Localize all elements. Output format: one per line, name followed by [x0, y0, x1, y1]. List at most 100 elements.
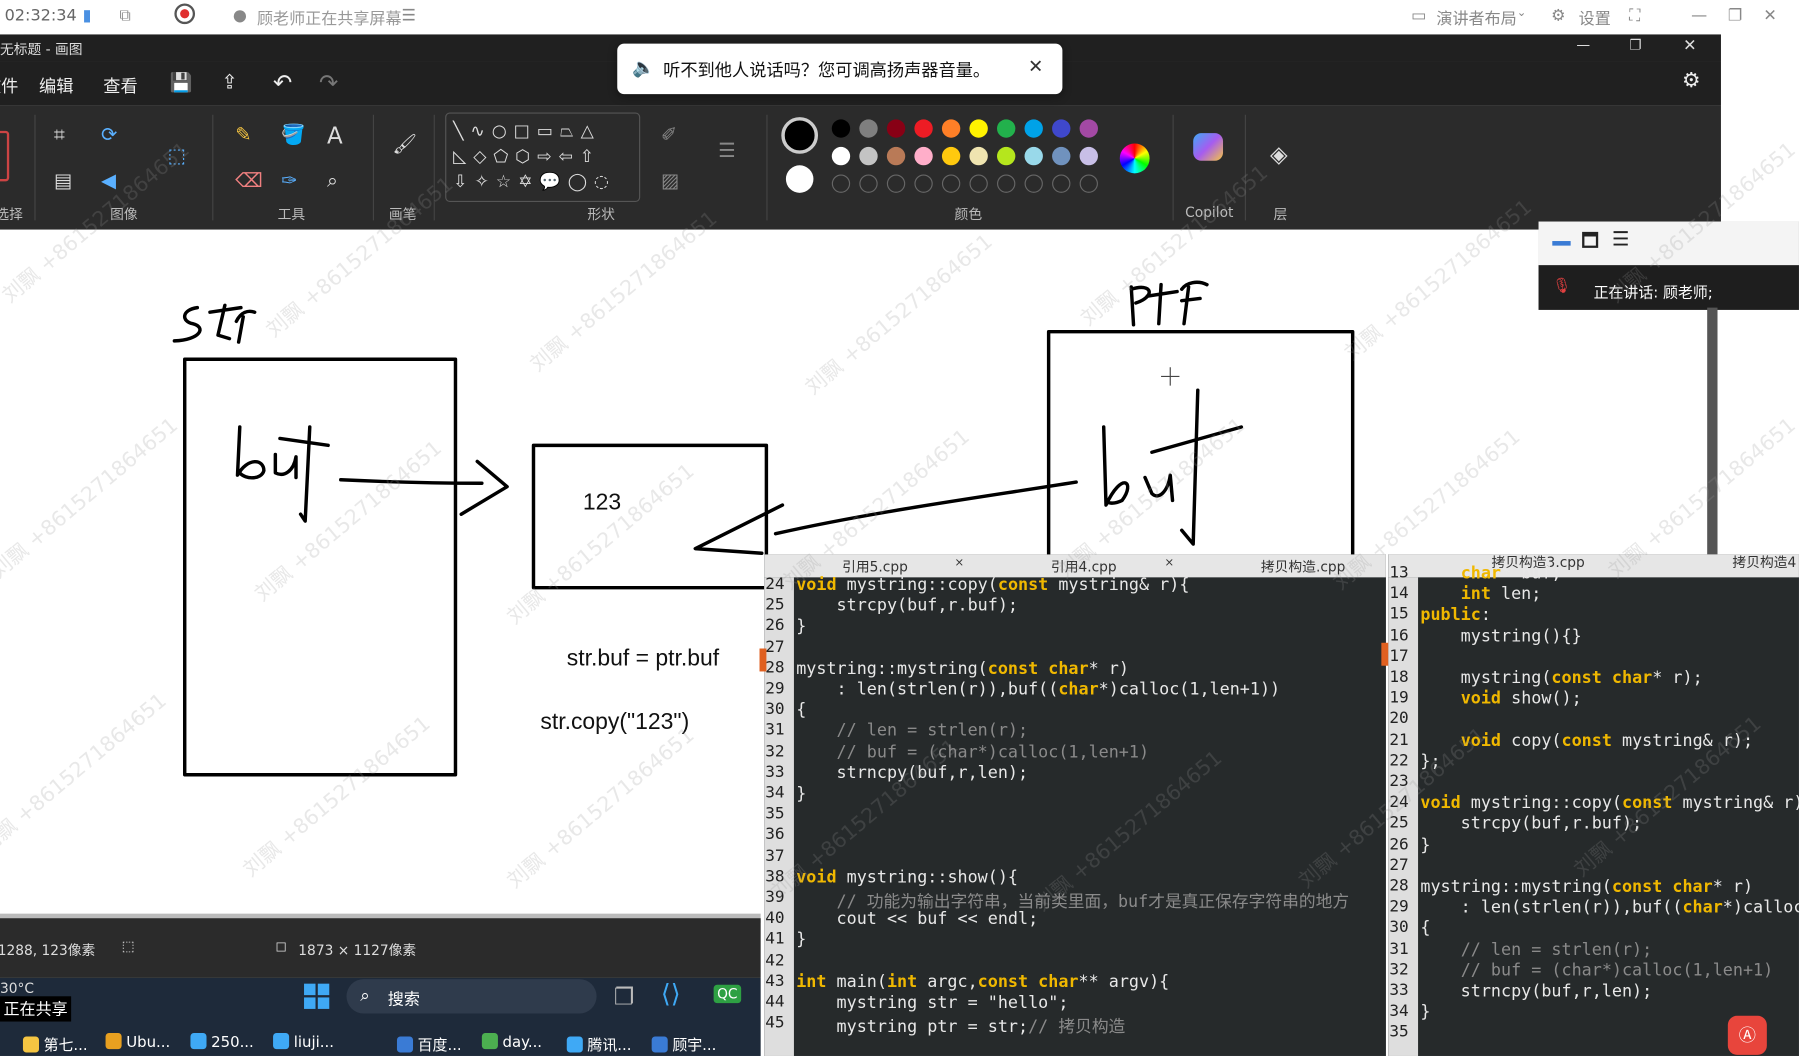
brush-icon[interactable]: 🖌: [392, 133, 417, 156]
menu-view[interactable]: 查看: [103, 73, 137, 97]
color-swatch[interactable]: [997, 174, 1016, 193]
edit-colors-icon[interactable]: [1119, 143, 1150, 174]
task-view-icon[interactable]: ❐: [614, 983, 635, 1011]
color-swatch[interactable]: [1052, 174, 1071, 193]
rotate-icon[interactable]: ⟳: [101, 124, 117, 147]
color2-swatch[interactable]: [785, 165, 814, 193]
color-swatch[interactable]: [1024, 146, 1043, 166]
ai-assistant-icon[interactable]: Ⓐ: [1727, 1015, 1767, 1055]
taskbar-app[interactable]: liuji...: [273, 1033, 334, 1051]
menu-file[interactable]: 文件: [0, 73, 18, 97]
taskbar-app[interactable]: 百度...: [396, 1033, 462, 1055]
color-swatch[interactable]: [859, 119, 878, 138]
color-swatch[interactable]: [941, 174, 961, 193]
color-swatch[interactable]: [886, 146, 906, 166]
color-swatch[interactable]: [831, 119, 851, 138]
taskbar-app[interactable]: Ubu...: [105, 1033, 170, 1051]
layout-icon[interactable]: ▭: [1411, 7, 1426, 25]
color-swatch[interactable]: [1052, 119, 1071, 138]
editor-splitter-left[interactable]: [759, 648, 767, 672]
gear-icon[interactable]: ⚙: [1551, 7, 1565, 25]
vscode-icon[interactable]: ⟨⟩: [661, 980, 681, 1009]
color-swatch[interactable]: [941, 146, 961, 166]
start-icon[interactable]: [304, 983, 330, 1009]
color-swatch[interactable]: [969, 174, 988, 193]
gear-icon[interactable]: ⚙: [1682, 69, 1701, 93]
fill-icon[interactable]: 🪣: [281, 124, 305, 147]
restore-icon[interactable]: ❐: [1629, 37, 1641, 53]
zoom-icon[interactable]: ⌕: [327, 170, 338, 193]
share-icon[interactable]: ⇪: [221, 71, 237, 94]
minimize-icon[interactable]: —: [1691, 7, 1707, 25]
save-icon[interactable]: 💾: [170, 71, 193, 93]
close-icon[interactable]: ✕: [1683, 37, 1696, 55]
color-swatch[interactable]: [914, 174, 933, 193]
code-editor-right[interactable]: 拷贝构造3.cpp 拷贝构造4 13 char* buf; 14 int len;…: [1388, 554, 1799, 1056]
color-swatch[interactable]: [859, 174, 878, 193]
select-tool-icon[interactable]: [0, 130, 10, 182]
color-swatch[interactable]: [969, 146, 988, 166]
color-swatch[interactable]: [914, 146, 933, 166]
minimize-icon[interactable]: [1552, 241, 1571, 246]
outline-icon[interactable]: ✐: [661, 124, 677, 147]
layout-button[interactable]: 演讲者布局: [1436, 7, 1516, 30]
size-icon[interactable]: ☰: [718, 140, 735, 163]
copilot-icon[interactable]: [1193, 133, 1224, 161]
close-icon[interactable]: ×: [955, 557, 965, 570]
fullscreen-icon[interactable]: ⛶: [1629, 7, 1640, 25]
resize-icon[interactable]: ▤: [54, 170, 72, 193]
flip-icon[interactable]: ◀: [101, 170, 116, 193]
color-swatch[interactable]: [859, 146, 878, 166]
taskbar-app[interactable]: 第七...: [22, 1033, 88, 1055]
tab-copy-ctor[interactable]: 拷贝构造.cpp: [1261, 557, 1346, 577]
settings-button[interactable]: 设置: [1579, 7, 1611, 30]
color-swatch[interactable]: [969, 119, 988, 138]
layers-icon[interactable]: ◈: [1270, 142, 1288, 165]
taskbar-app[interactable]: 腾讯...: [566, 1033, 631, 1055]
taskbar-app[interactable]: 顾宇...: [651, 1033, 716, 1055]
crop-icon[interactable]: ⌗: [54, 124, 65, 147]
menu-edit[interactable]: 编辑: [39, 73, 73, 97]
pencil-icon[interactable]: ✎: [235, 124, 251, 147]
list-icon[interactable]: ☰: [1612, 228, 1629, 251]
color-swatch[interactable]: [997, 119, 1016, 138]
restore-icon[interactable]: ❐: [1728, 7, 1742, 25]
color-swatch[interactable]: [886, 174, 906, 193]
tab-ref4[interactable]: 引用4.cpp: [1051, 557, 1117, 577]
fill-shape-icon[interactable]: ▨: [661, 170, 679, 193]
record-icon[interactable]: [174, 3, 196, 25]
code-editor-left[interactable]: 引用5.cpp × 引用4.cpp × 拷贝构造.cpp 24 void myst…: [764, 554, 1386, 1056]
close-icon[interactable]: ✕: [1763, 7, 1776, 25]
color-swatch[interactable]: [886, 119, 906, 138]
menu-lines-icon[interactable]: ☰: [402, 7, 416, 25]
window-icon[interactable]: [1582, 231, 1599, 248]
eraser-icon[interactable]: ⌫: [235, 170, 263, 193]
vertical-scrollbar[interactable]: [1707, 307, 1718, 555]
minimize-icon[interactable]: —: [1576, 37, 1590, 53]
tab-ref5[interactable]: 引用5.cpp: [842, 557, 908, 577]
color-swatch[interactable]: [1079, 119, 1098, 138]
undo-icon[interactable]: ↶: [273, 69, 292, 97]
color-picker-icon[interactable]: ✑: [281, 170, 297, 193]
color-swatch[interactable]: [914, 119, 933, 138]
color-swatch[interactable]: [997, 146, 1016, 166]
close-icon[interactable]: ✕: [1028, 55, 1043, 77]
close-icon[interactable]: ×: [1165, 557, 1175, 570]
qt-icon[interactable]: QC: [713, 984, 741, 1004]
popout-icon[interactable]: ⧉: [119, 7, 130, 25]
tab-copy-ctor4[interactable]: 拷贝构造4: [1732, 554, 1796, 571]
color-swatch[interactable]: [831, 146, 851, 166]
color-swatch[interactable]: [1079, 146, 1098, 166]
color-swatch[interactable]: [1024, 174, 1043, 193]
taskbar-app[interactable]: day...: [481, 1033, 542, 1051]
taskbar-search[interactable]: ⌕ 搜索: [346, 979, 597, 1014]
editor-splitter[interactable]: [1381, 642, 1389, 666]
text-tool-icon[interactable]: A: [327, 124, 343, 147]
color-swatch[interactable]: [941, 119, 961, 138]
chevron-down-icon[interactable]: ⌄: [1517, 7, 1527, 20]
color-swatch[interactable]: [1052, 146, 1071, 166]
color-swatch[interactable]: [1024, 119, 1043, 138]
color-swatch[interactable]: [1079, 174, 1098, 193]
taskbar-app[interactable]: 250...: [190, 1033, 254, 1051]
redo-icon[interactable]: ↷: [319, 69, 338, 97]
